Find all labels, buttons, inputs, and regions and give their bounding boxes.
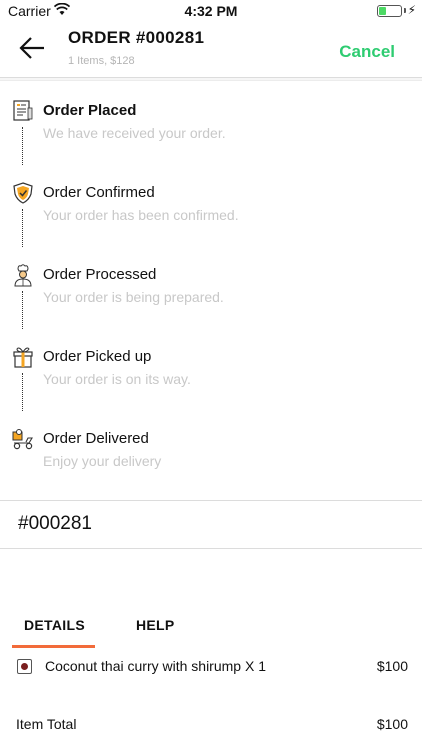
battery-icon bbox=[377, 5, 402, 17]
chef-icon bbox=[14, 264, 32, 287]
timeline-step-processed: Order Processed Your order is being prep… bbox=[0, 246, 422, 329]
step-description: Your order is on its way. bbox=[43, 371, 191, 387]
delivery-scooter-icon bbox=[12, 429, 33, 450]
item-veg-indicator bbox=[17, 659, 32, 674]
step-title: Order Picked up bbox=[43, 348, 152, 365]
timeline-step-delivered: Order Delivered Enjoy your delivery bbox=[0, 410, 422, 492]
page-title: ORDER #000281 bbox=[68, 28, 205, 47]
timeline-connector bbox=[22, 127, 23, 165]
timeline-connector bbox=[22, 291, 23, 329]
item-price: $100 bbox=[376, 658, 408, 674]
receipt-icon bbox=[13, 100, 33, 121]
step-title: Order Placed bbox=[43, 102, 137, 119]
clock: 4:32 PM bbox=[184, 3, 238, 19]
item-total-label: Item Total bbox=[16, 716, 77, 732]
tab-help[interactable]: HELP bbox=[136, 617, 175, 633]
step-title: Order Processed bbox=[43, 266, 157, 283]
step-description: Enjoy your delivery bbox=[43, 453, 162, 469]
battery-tip bbox=[404, 8, 406, 13]
status-bar: Carrier 4:32 PM ⚡ bbox=[0, 0, 422, 22]
step-description: Your order is being prepared. bbox=[43, 289, 224, 305]
header-divider bbox=[0, 77, 422, 81]
step-description: Your order has been confirmed. bbox=[43, 207, 239, 223]
order-summary: 1 Items, $128 bbox=[68, 55, 135, 67]
step-title: Order Confirmed bbox=[43, 184, 155, 201]
active-tab-indicator bbox=[12, 645, 95, 648]
divider bbox=[0, 548, 422, 549]
timeline-step-picked-up: Order Picked up Your order is on its way… bbox=[0, 328, 422, 411]
cancel-button[interactable]: Cancel bbox=[339, 42, 395, 62]
timeline-step-placed: Order Placed We have received your order… bbox=[0, 82, 422, 165]
indicator-dot bbox=[21, 663, 28, 670]
item-name: Coconut thai curry with shirump X 1 bbox=[45, 658, 266, 674]
step-description: We have received your order. bbox=[43, 125, 226, 141]
step-title: Order Delivered bbox=[43, 430, 149, 447]
item-total-value: $100 bbox=[376, 716, 408, 732]
divider bbox=[0, 500, 422, 501]
order-number: #000281 bbox=[18, 513, 92, 534]
gift-icon bbox=[13, 347, 33, 368]
timeline-step-confirmed: Order Confirmed Your order has been conf… bbox=[0, 164, 422, 247]
charging-bolt-icon: ⚡ bbox=[407, 3, 416, 17]
timeline-connector bbox=[22, 373, 23, 411]
back-arrow-icon[interactable] bbox=[18, 36, 46, 60]
order-header: ORDER #000281 1 Items, $128 Cancel bbox=[0, 22, 422, 78]
timeline-connector bbox=[22, 209, 23, 247]
battery-level bbox=[379, 7, 386, 15]
tab-details[interactable]: DETAILS bbox=[24, 617, 85, 633]
shield-check-icon bbox=[13, 182, 33, 204]
